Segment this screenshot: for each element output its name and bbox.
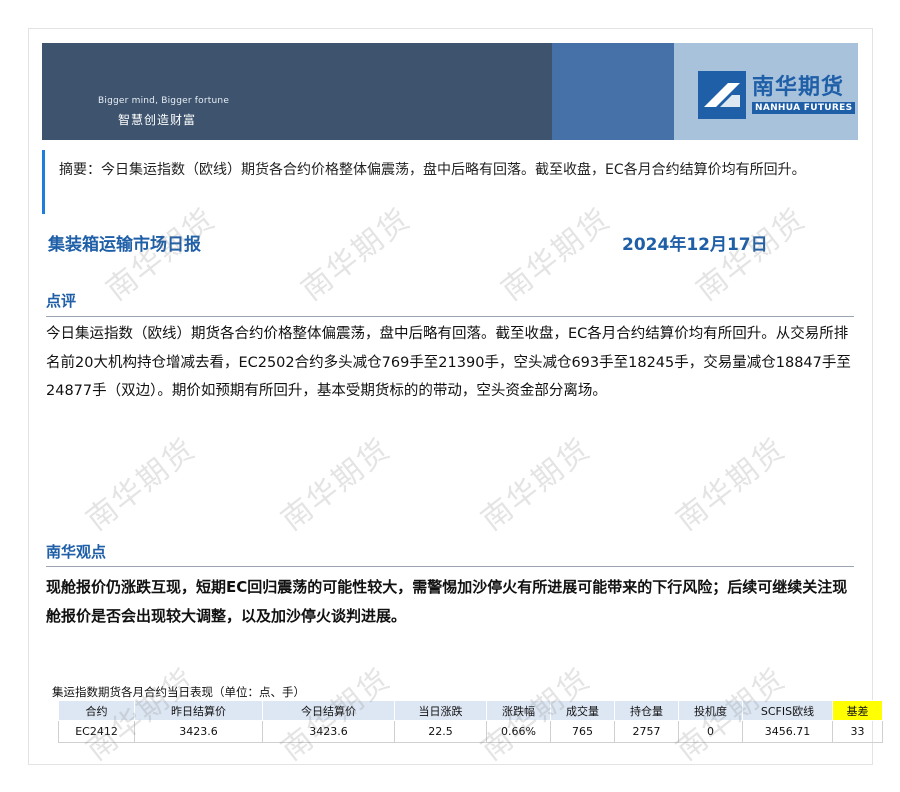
col-header-basis: 基差	[832, 700, 883, 721]
summary-box: 摘要：今日集运指数（欧线）期货各合约价格整体偏震荡，盘中后略有回落。截至收盘，E…	[42, 150, 852, 214]
logo-name-cn: 南华期货	[752, 75, 845, 100]
col-header-change: 当日涨跌	[394, 700, 487, 721]
comment-divider	[46, 316, 854, 317]
col-header-speculation: 投机度	[678, 700, 743, 721]
col-header-prev-settle: 昨日结算价	[134, 700, 263, 721]
banner-accent-strip	[552, 43, 674, 140]
table-cell: 3423.6	[262, 720, 395, 743]
nanhua-logo-icon	[698, 71, 746, 119]
col-header-change-pct: 涨跌幅	[486, 700, 551, 721]
table-cell: 33	[832, 720, 883, 743]
slogan-en: Bigger mind, Bigger fortune	[98, 96, 230, 106]
table-cell: EC2412	[58, 720, 135, 743]
table-cell: 22.5	[394, 720, 487, 743]
table-cell: 765	[550, 720, 615, 743]
report-title: 集装箱运输市场日报	[48, 235, 201, 255]
report-date: 2024年12月17日	[622, 235, 768, 255]
comment-body: 今日集运指数（欧线）期货各合约价格整体偏震荡，盘中后略有回落。截至收盘，EC各月…	[46, 326, 851, 399]
table-cell: 0	[678, 720, 743, 743]
view-body: 现舱报价仍涨跌互现，短期EC回归震荡的可能性较大，需警惕加沙停火有所进展可能带来…	[46, 578, 848, 625]
view-divider	[46, 566, 854, 567]
table-cell: 2757	[614, 720, 679, 743]
header-banner: Bigger mind, Bigger fortune 智慧创造财富 南华期货 …	[42, 43, 858, 140]
col-header-scfis: SCFIS欧线	[742, 700, 833, 721]
company-logo: 南华期货 NANHUA FUTURES	[698, 71, 856, 119]
table-cell: 3423.6	[134, 720, 263, 743]
col-header-open-interest: 持仓量	[614, 700, 679, 721]
table-row: EC2412 3423.6 3423.6 22.5 0.66% 765 2757…	[58, 720, 883, 743]
table-title: 集运指数期货各月合约当日表现（单位：点、手）	[52, 685, 305, 699]
col-header-contract: 合约	[58, 700, 135, 721]
table-cell: 0.66%	[486, 720, 551, 743]
slogan-cn: 智慧创造财富	[118, 113, 197, 127]
table-cell: 3456.71	[742, 720, 833, 743]
table-header-row: 合约 昨日结算价 今日结算价 当日涨跌 涨跌幅 成交量 持仓量 投机度 SCFI…	[58, 700, 883, 721]
performance-table: 合约 昨日结算价 今日结算价 当日涨跌 涨跌幅 成交量 持仓量 投机度 SCFI…	[58, 700, 883, 743]
col-header-today-settle: 今日结算价	[262, 700, 395, 721]
logo-name-en: NANHUA FUTURES	[752, 102, 856, 114]
view-heading: 南华观点	[46, 543, 107, 561]
comment-heading: 点评	[46, 292, 77, 310]
col-header-volume: 成交量	[550, 700, 615, 721]
